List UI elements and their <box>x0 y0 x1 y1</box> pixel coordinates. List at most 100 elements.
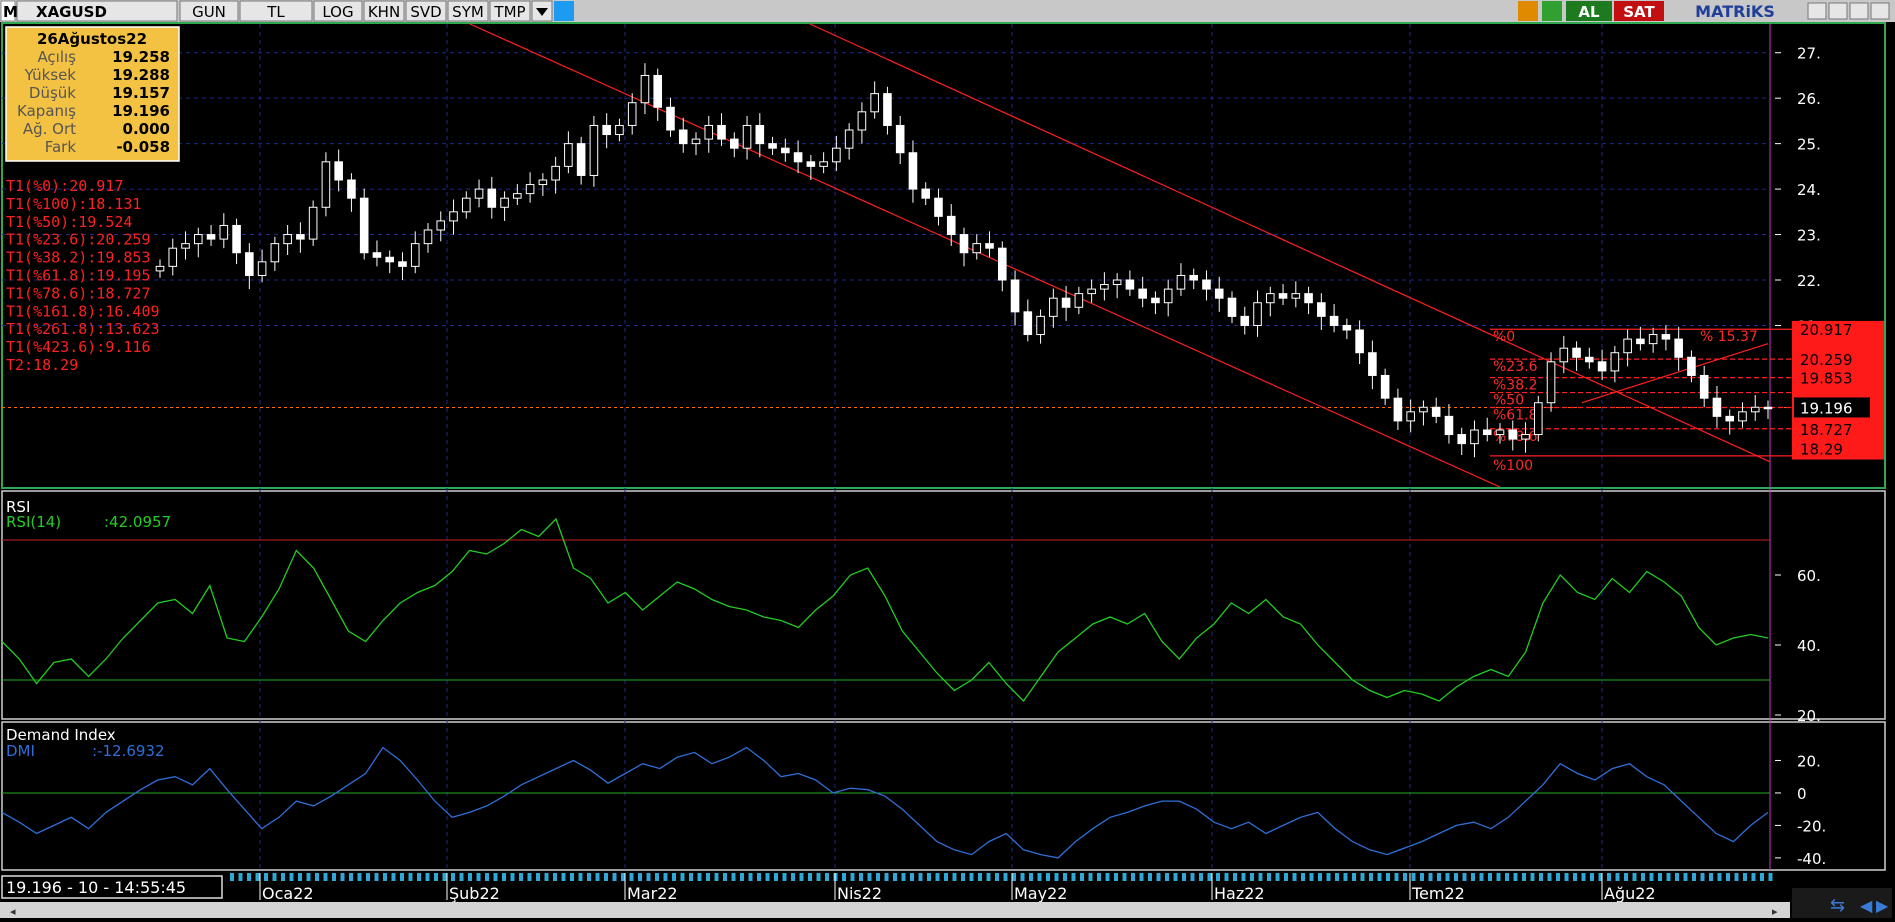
fib-value-label: 19.853 <box>1800 370 1853 388</box>
candle-body <box>729 138 739 149</box>
date-tick <box>1131 873 1135 881</box>
date-tick <box>765 873 770 881</box>
date-tick <box>1224 873 1229 881</box>
fib-level-label: %38.2 <box>1493 378 1537 394</box>
candle-body <box>232 224 241 254</box>
toolbar-btn-label: LOG <box>322 3 353 21</box>
restore-icon[interactable] <box>1849 2 1869 20</box>
y-tick-label: -20. <box>1797 817 1826 835</box>
candle-body <box>1061 297 1071 308</box>
candle-body <box>1431 406 1441 417</box>
date-tick <box>1726 873 1730 881</box>
fib-level-label: %100 <box>1493 458 1533 474</box>
candle-body <box>257 261 267 276</box>
date-tick <box>706 873 710 881</box>
close-icon[interactable] <box>1870 2 1890 20</box>
date-tick <box>1020 873 1025 881</box>
y-tick-label: 23. <box>1797 227 1821 245</box>
date-label: Ağu22 <box>1604 884 1656 903</box>
date-tick <box>306 873 311 881</box>
date-tick <box>1165 873 1169 881</box>
minimize-icon[interactable] <box>1828 2 1848 20</box>
candle-body <box>206 234 216 240</box>
candle-body <box>525 184 535 195</box>
date-tick <box>748 873 753 881</box>
status-text: 19.196 - 10 - 14:55:45 <box>6 878 186 897</box>
refresh-icon[interactable] <box>1542 1 1562 21</box>
candle-body <box>1368 352 1377 376</box>
date-tick <box>332 873 336 881</box>
date-tick <box>808 873 812 881</box>
date-tick <box>1241 873 1246 881</box>
date-tick <box>1386 873 1390 881</box>
date-tick <box>595 873 600 881</box>
date-tick <box>1233 873 1237 881</box>
date-tick <box>1216 873 1220 881</box>
candle-body <box>717 124 726 140</box>
candle-body <box>1393 397 1403 422</box>
ohlc-row-label: Düşük <box>29 84 76 102</box>
scroll-left-icon[interactable]: ◂ <box>10 905 16 918</box>
date-tick <box>663 873 668 881</box>
date-tick <box>578 873 583 881</box>
navigate-icon[interactable]: ⇆ <box>1830 895 1845 916</box>
toolbar-btn-label: GUN <box>192 3 226 21</box>
y-tick-label: 20. <box>1797 752 1821 770</box>
scroll-right-icon[interactable]: ▸ <box>1772 905 1778 918</box>
flash-icon[interactable] <box>1518 1 1538 21</box>
dmi-panel[interactable] <box>1 721 1886 871</box>
date-tick <box>417 873 421 881</box>
candle-body <box>1738 411 1747 422</box>
date-tick <box>1539 873 1543 881</box>
fib-level-label: %0 <box>1493 329 1515 345</box>
date-tick <box>587 873 591 881</box>
window-menu-icon[interactable] <box>1807 2 1827 20</box>
date-tick <box>791 873 795 881</box>
ohlc-row-label: Ağ. Ort <box>23 120 76 138</box>
date-tick <box>1284 873 1288 881</box>
date-tick <box>816 873 821 881</box>
date-tick <box>859 873 863 881</box>
date-label: Haz22 <box>1214 884 1265 903</box>
candle-body <box>1725 415 1735 422</box>
fib-level-label: %61.8 <box>1493 408 1537 424</box>
candle-body <box>1444 415 1454 436</box>
date-tick <box>1275 873 1280 881</box>
date-tick <box>1471 873 1475 881</box>
candle-body <box>985 243 994 249</box>
price-panel[interactable] <box>1 22 1886 489</box>
date-tick <box>1454 873 1458 881</box>
rsi-value: :42.0957 <box>104 513 171 531</box>
date-tick <box>1029 873 1033 881</box>
next-icon[interactable]: ▶ <box>1876 896 1889 915</box>
horizontal-scrollbar[interactable] <box>0 902 1790 918</box>
prev-icon[interactable]: ◀ <box>1860 896 1873 915</box>
date-tick <box>774 873 778 881</box>
candle-body <box>1597 361 1607 372</box>
date-tick <box>680 873 685 881</box>
date-tick <box>1743 873 1747 881</box>
candle-body <box>1750 406 1760 413</box>
fib-legend: T1(%0):20.917T1(%100):18.131T1(%50):19.5… <box>6 177 160 374</box>
candle-body <box>1100 284 1109 290</box>
candle-body <box>781 147 790 154</box>
date-tick <box>876 873 880 881</box>
date-tick <box>255 873 260 881</box>
date-tick <box>1097 873 1101 881</box>
twitter-icon[interactable] <box>554 1 574 21</box>
rsi-panel[interactable] <box>1 490 1886 720</box>
date-tick <box>935 873 940 881</box>
ohlc-row-value: 19.258 <box>112 48 170 66</box>
candle-body <box>844 129 854 149</box>
candle-body <box>538 179 548 186</box>
y-tick-label: -40. <box>1797 850 1826 868</box>
candle-body <box>921 188 931 199</box>
date-tick <box>604 873 608 881</box>
date-tick <box>655 873 659 881</box>
date-tick <box>1369 873 1373 881</box>
date-tick <box>1071 873 1076 881</box>
date-tick <box>884 873 889 881</box>
date-tick <box>544 873 549 881</box>
ohlc-row-label: Yüksek <box>24 66 77 84</box>
candle-body <box>1419 406 1428 413</box>
